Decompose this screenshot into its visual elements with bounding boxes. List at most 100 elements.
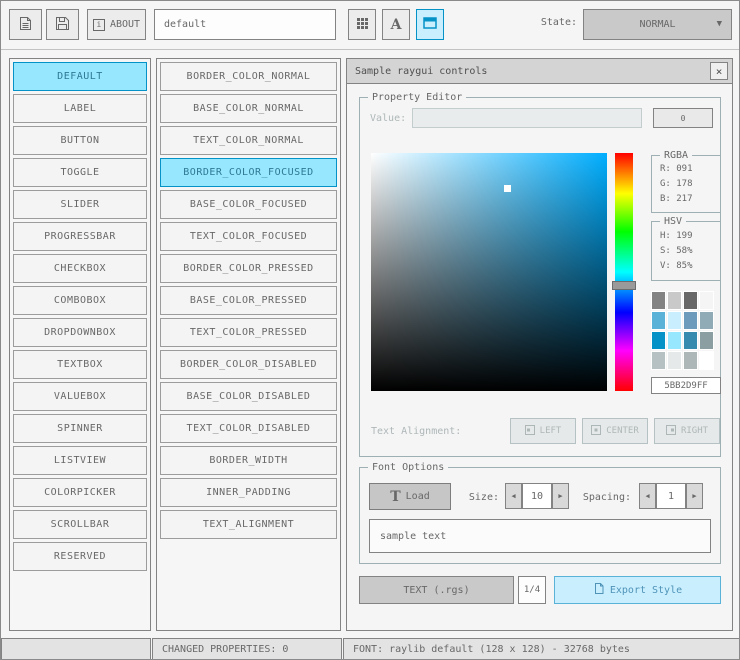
align-right-icon bbox=[665, 424, 676, 438]
property-item[interactable]: BORDER_COLOR_NORMAL bbox=[160, 62, 337, 91]
export-style-button[interactable]: Export Style bbox=[554, 576, 721, 604]
font-size-value[interactable]: 10 bbox=[522, 483, 552, 509]
property-item[interactable]: BASE_COLOR_DISABLED bbox=[160, 382, 337, 411]
new-style-button[interactable] bbox=[9, 9, 42, 40]
align-left-label: LEFT bbox=[539, 426, 562, 436]
controls-list-item-reserved[interactable]: RESERVED bbox=[13, 542, 147, 571]
font-load-label: Load bbox=[405, 491, 430, 502]
palette-swatch[interactable] bbox=[699, 291, 714, 310]
controls-list-item-valuebox[interactable]: VALUEBOX bbox=[13, 382, 147, 411]
palette-swatch[interactable] bbox=[683, 331, 698, 350]
align-center-icon bbox=[591, 424, 602, 438]
sample-text-input[interactable]: sample text bbox=[369, 519, 711, 553]
size-increment-button[interactable]: ▶ bbox=[552, 483, 569, 509]
save-style-button[interactable] bbox=[46, 9, 79, 40]
palette-swatch[interactable] bbox=[699, 351, 714, 370]
controls-list-item-slider[interactable]: SLIDER bbox=[13, 190, 147, 219]
palette-swatch[interactable] bbox=[651, 331, 666, 350]
controls-list-item-listview[interactable]: LISTVIEW bbox=[13, 446, 147, 475]
controls-list-item-label[interactable]: LABEL bbox=[13, 94, 147, 123]
controls-list-item-checkbox[interactable]: CHECKBOX bbox=[13, 254, 147, 283]
value-mode-button[interactable]: 0 bbox=[653, 108, 713, 128]
controls-list-item-combobox[interactable]: COMBOBOX bbox=[13, 286, 147, 315]
hue-bar[interactable] bbox=[615, 153, 633, 391]
property-item[interactable]: BASE_COLOR_FOCUSED bbox=[160, 190, 337, 219]
palette-swatch[interactable] bbox=[699, 311, 714, 330]
export-format-counter-button[interactable]: 1/4 bbox=[518, 576, 546, 604]
rgba-group: RGBA R: 091 G: 178 B: 217 bbox=[651, 150, 721, 213]
controls-list-item-scrollbar[interactable]: SCROLLBAR bbox=[13, 510, 147, 539]
palette-swatch[interactable] bbox=[667, 311, 682, 330]
controls-list-item-toggle[interactable]: TOGGLE bbox=[13, 158, 147, 187]
property-editor-group: Property Editor Value: 0 RGBA R: 091 G: … bbox=[359, 92, 721, 457]
font-spacing-label: Spacing: bbox=[582, 492, 631, 503]
palette-swatch[interactable] bbox=[651, 351, 666, 370]
align-right-button[interactable]: RIGHT bbox=[654, 418, 720, 444]
controls-list-item-textbox[interactable]: TEXTBOX bbox=[13, 350, 147, 379]
align-left-button[interactable]: LEFT bbox=[510, 418, 576, 444]
toolbar: i ABOUT A State: NORMAL ▼ bbox=[1, 1, 739, 50]
align-center-button[interactable]: CENTER bbox=[582, 418, 648, 444]
property-item[interactable]: BORDER_COLOR_DISABLED bbox=[160, 350, 337, 379]
controls-view-button[interactable] bbox=[416, 9, 444, 40]
palette-swatch[interactable] bbox=[651, 311, 666, 330]
close-icon[interactable]: × bbox=[710, 62, 728, 80]
palette-swatch[interactable] bbox=[667, 291, 682, 310]
property-item[interactable]: TEXT_COLOR_PRESSED bbox=[160, 318, 337, 347]
chevron-down-icon: ▼ bbox=[716, 19, 722, 29]
palette-swatch[interactable] bbox=[683, 311, 698, 330]
palette-swatch[interactable] bbox=[699, 331, 714, 350]
floppy-save-icon bbox=[55, 16, 70, 34]
property-item[interactable]: TEXT_ALIGNMENT bbox=[160, 510, 337, 539]
font-info-text: FONT: raylib default (128 x 128) - 32768… bbox=[353, 643, 630, 655]
size-decrement-button[interactable]: ◀ bbox=[505, 483, 522, 509]
export-format-button[interactable]: TEXT (.rgs) bbox=[359, 576, 514, 604]
controls-list-item-default[interactable]: DEFAULT bbox=[13, 62, 147, 91]
property-item[interactable]: TEXT_COLOR_DISABLED bbox=[160, 414, 337, 443]
font-load-button[interactable]: T Load bbox=[369, 483, 451, 510]
controls-list-item-button[interactable]: BUTTON bbox=[13, 126, 147, 155]
style-table-button[interactable] bbox=[348, 9, 376, 40]
changed-properties-text: CHANGED PROPERTIES: 0 bbox=[162, 643, 289, 655]
info-icon: i bbox=[92, 18, 105, 31]
state-dropdown[interactable]: NORMAL ▼ bbox=[583, 9, 732, 40]
palette-swatch[interactable] bbox=[683, 351, 698, 370]
spacing-decrement-button[interactable]: ◀ bbox=[639, 483, 656, 509]
spacing-increment-button[interactable]: ▶ bbox=[686, 483, 703, 509]
hsv-h-value: H: 199 bbox=[660, 231, 693, 241]
hue-slider-handle[interactable] bbox=[612, 281, 636, 290]
value-input[interactable] bbox=[412, 108, 642, 128]
color-cursor[interactable] bbox=[503, 184, 511, 192]
controls-list-item-spinner[interactable]: SPINNER bbox=[13, 414, 147, 443]
font-spacing-value[interactable]: 1 bbox=[656, 483, 686, 509]
style-color-palette bbox=[651, 291, 715, 370]
property-item[interactable]: TEXT_COLOR_FOCUSED bbox=[160, 222, 337, 251]
font-view-button[interactable]: A bbox=[382, 9, 410, 40]
align-right-label: RIGHT bbox=[680, 426, 709, 436]
controls-list-item-dropdownbox[interactable]: DROPDOWNBOX bbox=[13, 318, 147, 347]
property-item-selected[interactable]: BORDER_COLOR_FOCUSED bbox=[160, 158, 337, 187]
about-button[interactable]: i ABOUT bbox=[87, 9, 146, 40]
property-item[interactable]: INNER_PADDING bbox=[160, 478, 337, 507]
hex-value-input[interactable]: 5BB2D9FF bbox=[651, 377, 721, 394]
style-name-input[interactable] bbox=[154, 9, 336, 40]
property-item[interactable]: TEXT_COLOR_NORMAL bbox=[160, 126, 337, 155]
color-gradient-panel[interactable] bbox=[371, 153, 607, 391]
font-size-spinner: ◀ 10 ▶ bbox=[505, 483, 569, 509]
palette-swatch[interactable] bbox=[667, 331, 682, 350]
hsv-s-value: S: 58% bbox=[660, 246, 693, 256]
property-item[interactable]: BORDER_COLOR_PRESSED bbox=[160, 254, 337, 283]
status-changed-properties: CHANGED PROPERTIES: 0 bbox=[152, 638, 342, 659]
palette-swatch[interactable] bbox=[683, 291, 698, 310]
rguistyler-window: i ABOUT A State: NORMAL ▼ DEFAULT LABEL … bbox=[0, 0, 740, 660]
property-item[interactable]: BORDER_WIDTH bbox=[160, 446, 337, 475]
window-titlebar[interactable]: Sample raygui controls × bbox=[347, 59, 732, 84]
palette-swatch[interactable] bbox=[667, 351, 682, 370]
palette-swatch[interactable] bbox=[651, 291, 666, 310]
property-item[interactable]: BASE_COLOR_PRESSED bbox=[160, 286, 337, 315]
controls-list-item-colorpicker[interactable]: COLORPICKER bbox=[13, 478, 147, 507]
sample-text-value: sample text bbox=[380, 530, 447, 542]
property-item[interactable]: BASE_COLOR_NORMAL bbox=[160, 94, 337, 123]
hsv-v-value: V: 85% bbox=[660, 261, 693, 271]
controls-list-item-progressbar[interactable]: PROGRESSBAR bbox=[13, 222, 147, 251]
